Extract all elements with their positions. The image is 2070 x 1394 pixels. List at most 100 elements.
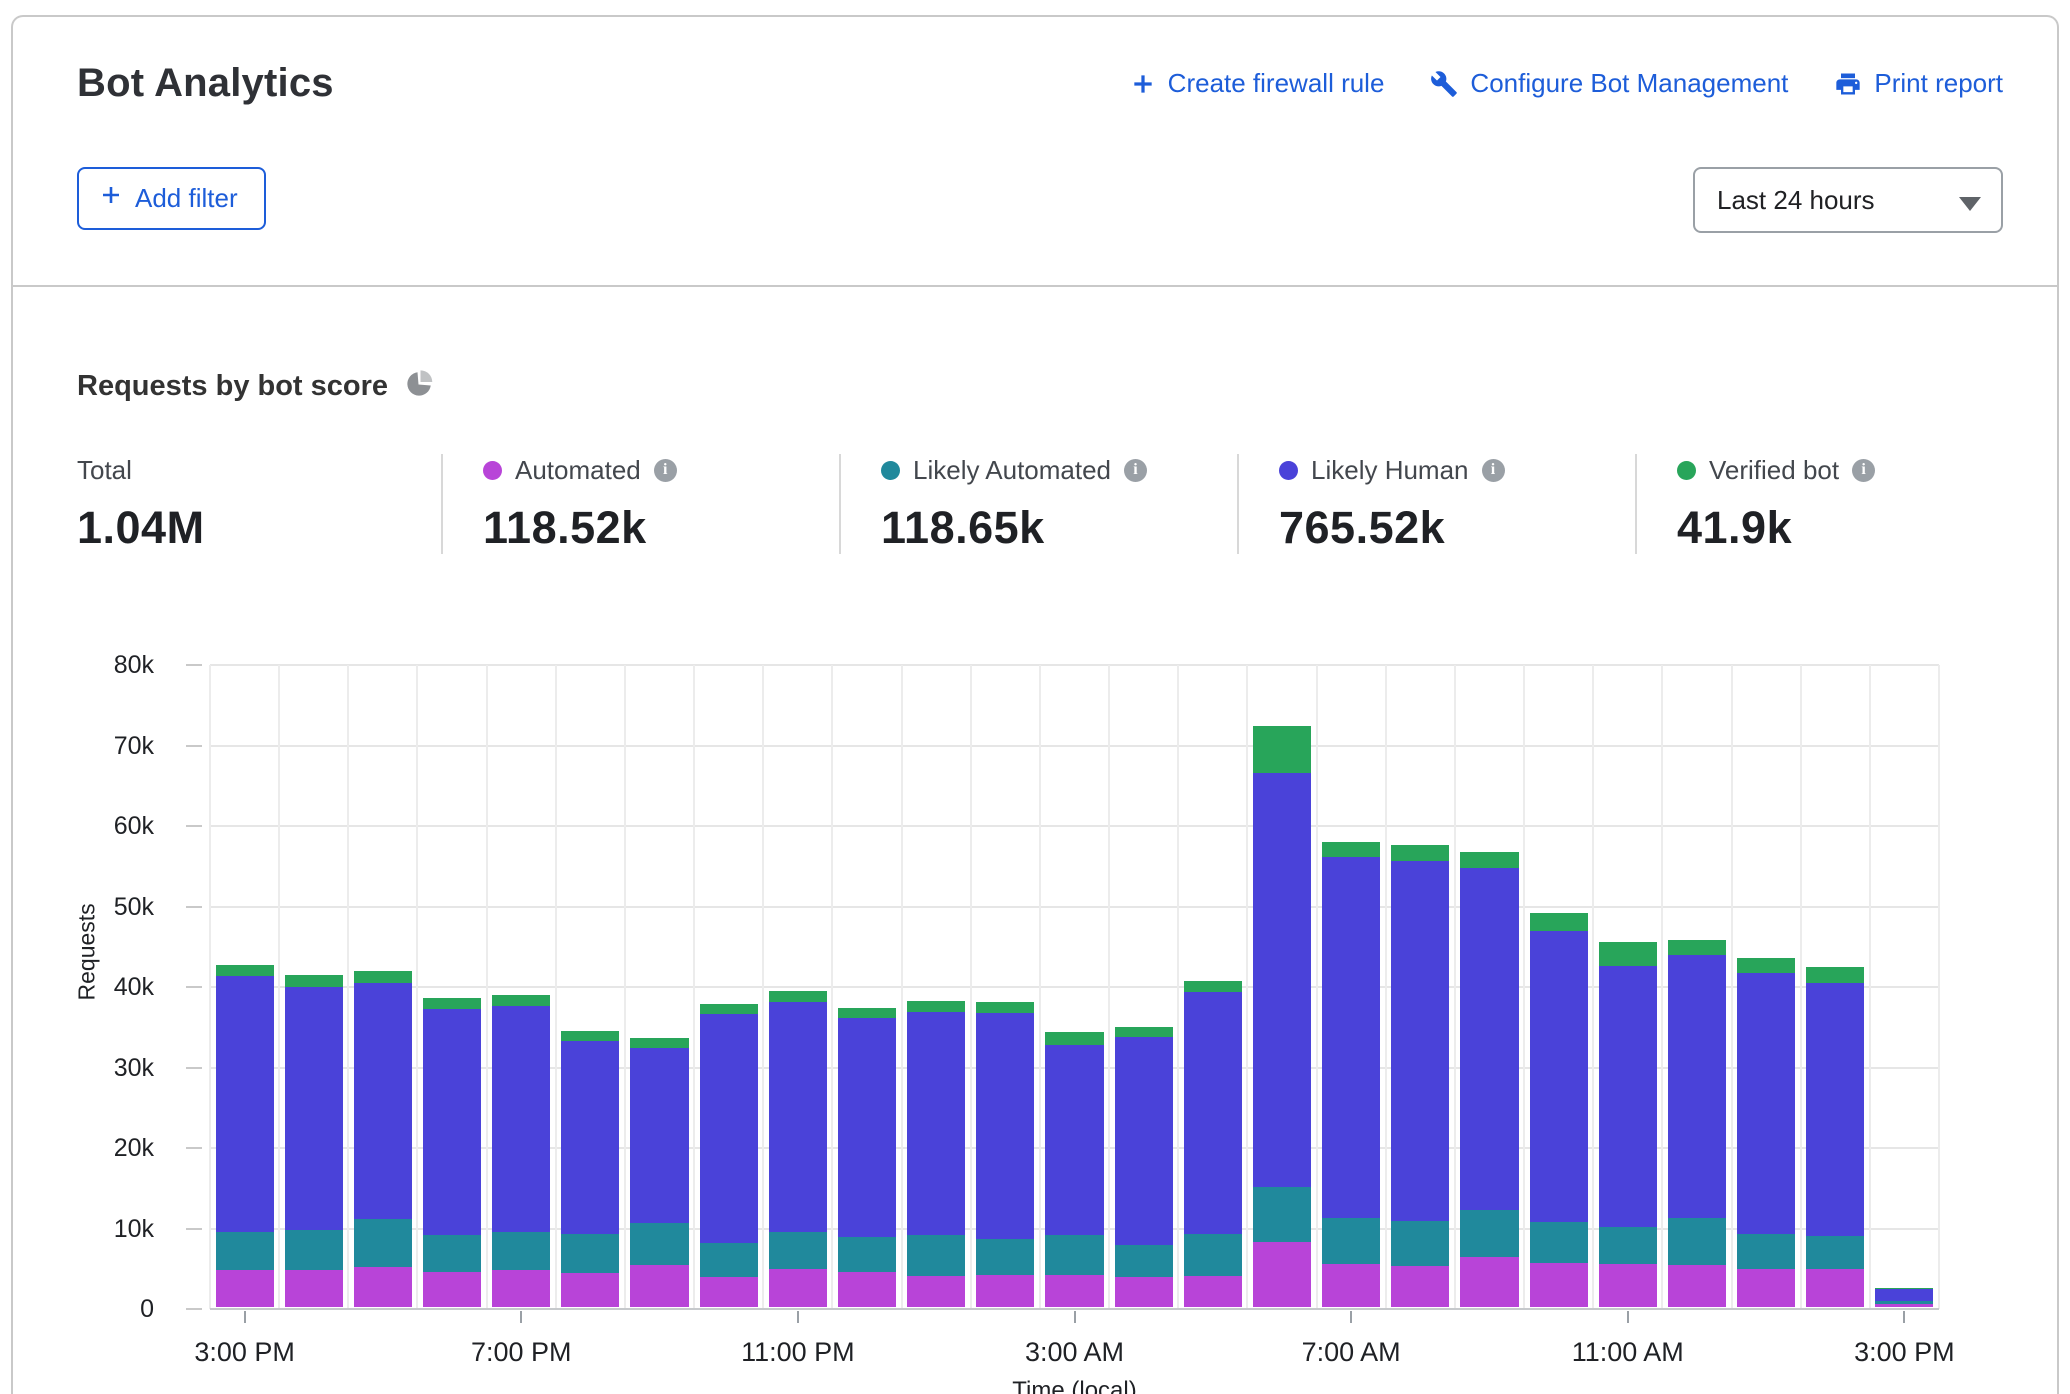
- bar-segment-automated[interactable]: [1460, 1257, 1518, 1307]
- bar-segment-likely-automated[interactable]: [976, 1239, 1034, 1275]
- create-firewall-rule-link[interactable]: Create firewall rule: [1130, 68, 1385, 99]
- bar-segment-likely-human[interactable]: [1460, 868, 1518, 1209]
- bar-900am[interactable]: [1460, 852, 1518, 1307]
- bar-segment-likely-human[interactable]: [1253, 773, 1311, 1188]
- bar-segment-automated[interactable]: [1875, 1304, 1933, 1307]
- bar-segment-likely-automated[interactable]: [423, 1235, 481, 1272]
- bar-100pm[interactable]: [1737, 958, 1795, 1307]
- bar-segment-likely-human[interactable]: [216, 976, 274, 1232]
- bar-600pm[interactable]: [423, 998, 481, 1307]
- bar-segment-likely-automated[interactable]: [907, 1235, 965, 1276]
- bar-1200am[interactable]: [838, 1008, 896, 1307]
- bar-segment-verified-bot[interactable]: [1391, 845, 1449, 861]
- add-filter-button[interactable]: Add filter: [77, 167, 266, 230]
- bar-200pm[interactable]: [1806, 967, 1864, 1308]
- bar-segment-automated[interactable]: [1668, 1265, 1726, 1307]
- bar-segment-likely-automated[interactable]: [1045, 1235, 1103, 1274]
- bar-segment-automated[interactable]: [907, 1276, 965, 1307]
- bar-segment-verified-bot[interactable]: [1599, 942, 1657, 966]
- bar-segment-verified-bot[interactable]: [1184, 981, 1242, 992]
- bar-1200pm[interactable]: [1668, 940, 1726, 1307]
- bar-segment-likely-human[interactable]: [1668, 955, 1726, 1218]
- bar-segment-likely-automated[interactable]: [769, 1232, 827, 1269]
- bar-segment-automated[interactable]: [492, 1270, 550, 1307]
- bar-segment-likely-automated[interactable]: [1253, 1187, 1311, 1242]
- bar-segment-verified-bot[interactable]: [1460, 852, 1518, 868]
- bar-segment-verified-bot[interactable]: [907, 1001, 965, 1011]
- info-icon[interactable]: i: [1852, 459, 1875, 482]
- bar-segment-likely-human[interactable]: [1115, 1037, 1173, 1245]
- bar-300am[interactable]: [1045, 1032, 1103, 1307]
- bar-segment-verified-bot[interactable]: [1322, 842, 1380, 857]
- bar-segment-likely-automated[interactable]: [216, 1232, 274, 1270]
- bar-segment-likely-human[interactable]: [630, 1048, 688, 1223]
- bar-segment-likely-automated[interactable]: [492, 1232, 550, 1270]
- bar-segment-likely-human[interactable]: [976, 1013, 1034, 1238]
- bar-segment-likely-automated[interactable]: [1391, 1221, 1449, 1266]
- bar-segment-likely-automated[interactable]: [1668, 1218, 1726, 1265]
- bar-segment-verified-bot[interactable]: [838, 1008, 896, 1018]
- bar-segment-likely-human[interactable]: [700, 1014, 758, 1243]
- bar-segment-automated[interactable]: [838, 1272, 896, 1307]
- bar-segment-verified-bot[interactable]: [1737, 958, 1795, 973]
- bar-segment-likely-human[interactable]: [1599, 966, 1657, 1227]
- bar-700pm[interactable]: [492, 995, 550, 1307]
- bar-segment-likely-human[interactable]: [1184, 992, 1242, 1234]
- bar-segment-automated[interactable]: [354, 1267, 412, 1307]
- bar-segment-verified-bot[interactable]: [630, 1038, 688, 1048]
- bar-segment-automated[interactable]: [1599, 1264, 1657, 1307]
- bar-segment-verified-bot[interactable]: [561, 1031, 619, 1041]
- bar-segment-likely-human[interactable]: [561, 1041, 619, 1233]
- bar-segment-likely-human[interactable]: [907, 1012, 965, 1236]
- bar-segment-automated[interactable]: [1253, 1242, 1311, 1307]
- bar-segment-automated[interactable]: [1184, 1276, 1242, 1307]
- bar-segment-likely-automated[interactable]: [1737, 1234, 1795, 1269]
- bar-segment-automated[interactable]: [1045, 1275, 1103, 1307]
- bar-segment-likely-automated[interactable]: [1322, 1218, 1380, 1264]
- bar-400pm[interactable]: [285, 975, 343, 1307]
- bar-segment-automated[interactable]: [561, 1273, 619, 1307]
- bar-segment-likely-human[interactable]: [838, 1018, 896, 1237]
- bar-1000pm[interactable]: [700, 1004, 758, 1307]
- bar-segment-likely-human[interactable]: [354, 983, 412, 1219]
- info-icon[interactable]: i: [1124, 459, 1147, 482]
- bar-segment-likely-human[interactable]: [1322, 857, 1380, 1218]
- bar-segment-likely-human[interactable]: [492, 1006, 550, 1232]
- bar-500am[interactable]: [1184, 981, 1242, 1307]
- bar-1000am[interactable]: [1530, 913, 1588, 1307]
- bar-segment-verified-bot[interactable]: [423, 998, 481, 1009]
- configure-bot-management-link[interactable]: Configure Bot Management: [1430, 68, 1788, 99]
- bar-segment-likely-automated[interactable]: [838, 1237, 896, 1272]
- bar-segment-likely-automated[interactable]: [354, 1219, 412, 1267]
- bar-500pm[interactable]: [354, 971, 412, 1307]
- bar-segment-likely-automated[interactable]: [630, 1223, 688, 1265]
- bar-segment-likely-human[interactable]: [1875, 1289, 1933, 1302]
- bar-segment-likely-human[interactable]: [423, 1009, 481, 1235]
- bar-segment-automated[interactable]: [1391, 1266, 1449, 1307]
- bar-segment-likely-automated[interactable]: [700, 1243, 758, 1277]
- bar-segment-likely-automated[interactable]: [1184, 1234, 1242, 1277]
- bar-segment-likely-automated[interactable]: [1115, 1245, 1173, 1277]
- bar-segment-automated[interactable]: [769, 1269, 827, 1307]
- bar-300pm[interactable]: [1875, 1288, 1933, 1307]
- bar-800pm[interactable]: [561, 1031, 619, 1307]
- bar-segment-verified-bot[interactable]: [1045, 1032, 1103, 1045]
- bar-segment-likely-automated[interactable]: [561, 1234, 619, 1273]
- bar-600am[interactable]: [1253, 726, 1311, 1307]
- bar-segment-automated[interactable]: [1530, 1263, 1588, 1307]
- bar-segment-automated[interactable]: [285, 1270, 343, 1307]
- bar-segment-automated[interactable]: [1115, 1277, 1173, 1307]
- bar-segment-verified-bot[interactable]: [1115, 1027, 1173, 1037]
- bar-segment-likely-automated[interactable]: [1460, 1210, 1518, 1258]
- bar-segment-verified-bot[interactable]: [216, 965, 274, 976]
- bar-segment-verified-bot[interactable]: [1806, 967, 1864, 984]
- bar-segment-likely-human[interactable]: [1737, 973, 1795, 1234]
- bar-segment-verified-bot[interactable]: [1253, 726, 1311, 773]
- bar-segment-likely-human[interactable]: [285, 987, 343, 1229]
- bar-segment-automated[interactable]: [423, 1272, 481, 1307]
- time-range-select[interactable]: Last 24 hours: [1693, 167, 2003, 233]
- bar-200am[interactable]: [976, 1002, 1034, 1307]
- print-report-link[interactable]: Print report: [1834, 68, 2003, 99]
- info-icon[interactable]: i: [654, 459, 677, 482]
- bar-segment-verified-bot[interactable]: [1530, 913, 1588, 931]
